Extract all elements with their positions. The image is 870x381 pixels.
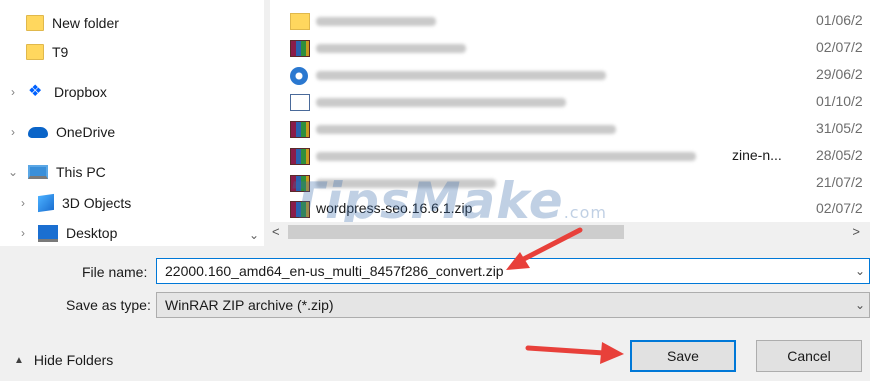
file-date: 01/10/2: [816, 93, 863, 109]
chevron-down-icon[interactable]: ⌄: [855, 264, 865, 278]
file-date: 21/07/2: [816, 174, 863, 190]
nav-item-dropbox[interactable]: › ❖ Dropbox: [6, 77, 107, 107]
nav-scrollbar[interactable]: ⌄: [246, 0, 264, 246]
blurred-filename: [316, 152, 696, 161]
folder-icon: [26, 44, 44, 60]
nav-item-t9[interactable]: T9: [26, 37, 68, 67]
computer-icon: [28, 165, 48, 179]
file-name-value: 22000.160_amd64_en-us_multi_8457f286_con…: [165, 263, 504, 279]
scroll-right-icon[interactable]: >: [852, 224, 860, 239]
file-row[interactable]: 02/07/2: [270, 35, 870, 61]
document-icon: [290, 94, 310, 111]
web-file-icon: [290, 67, 308, 85]
file-date: 29/06/2: [816, 66, 863, 82]
nav-item-label: Desktop: [66, 225, 118, 241]
hide-folders-label: Hide Folders: [33, 352, 114, 368]
save-type-value: WinRAR ZIP archive (*.zip): [165, 297, 334, 313]
nav-item-3d-objects[interactable]: › 3D Objects: [16, 188, 131, 218]
file-date: 02/07/2: [816, 200, 863, 216]
file-date: 02/07/2: [816, 39, 863, 55]
file-date: 31/05/2: [816, 120, 863, 136]
nav-item-desktop[interactable]: › Desktop: [16, 218, 117, 248]
winrar-icon: [290, 40, 310, 57]
folder-icon: [290, 13, 310, 30]
annotation-arrow-icon: [506, 227, 583, 270]
chevron-right-icon[interactable]: ›: [16, 226, 30, 240]
nav-item-label: New folder: [52, 15, 119, 31]
desktop-icon: [38, 224, 58, 242]
folder-icon: [26, 15, 44, 31]
3d-objects-icon: [38, 193, 54, 213]
nav-item-new-folder[interactable]: New folder: [26, 8, 119, 38]
winrar-icon: [290, 121, 310, 138]
file-name-label: File name:: [82, 264, 148, 280]
nav-item-label: Dropbox: [54, 84, 107, 100]
scroll-down-icon[interactable]: ⌄: [249, 228, 259, 242]
blurred-filename: [316, 71, 606, 80]
winrar-icon: [290, 148, 310, 165]
chevron-right-icon[interactable]: ›: [6, 85, 20, 99]
nav-item-onedrive[interactable]: › OneDrive: [6, 117, 115, 147]
file-name: zine-n...: [732, 147, 782, 163]
nav-item-label: This PC: [56, 164, 106, 180]
chevron-down-icon[interactable]: ⌄: [855, 298, 865, 312]
blurred-filename: [316, 98, 566, 107]
file-row[interactable]: 31/05/2: [270, 116, 870, 142]
chevron-right-icon[interactable]: ›: [16, 196, 30, 210]
hide-folders-button[interactable]: ▲ Hide Folders: [14, 352, 113, 368]
cancel-button[interactable]: Cancel: [756, 340, 862, 372]
file-row[interactable]: 01/06/2: [270, 8, 870, 34]
save-type-select[interactable]: WinRAR ZIP archive (*.zip) ⌄: [156, 292, 870, 318]
blurred-filename: [316, 44, 466, 53]
file-row[interactable]: zine-n... 28/05/2: [270, 143, 870, 169]
blurred-filename: [316, 125, 616, 134]
dropbox-icon: ❖: [28, 83, 43, 100]
save-type-label: Save as type:: [66, 297, 151, 313]
annotation-arrow-icon: [525, 342, 624, 364]
chevron-up-icon: ▲: [14, 354, 24, 366]
file-row[interactable]: 01/10/2: [270, 89, 870, 115]
blurred-filename: [316, 17, 436, 26]
file-date: 28/05/2: [816, 147, 863, 163]
nav-item-this-pc[interactable]: ⌄ This PC: [6, 157, 106, 187]
onedrive-icon: [28, 126, 48, 138]
chevron-down-icon[interactable]: ⌄: [6, 165, 20, 179]
scroll-left-icon[interactable]: <: [272, 224, 280, 239]
nav-item-label: T9: [52, 44, 69, 60]
nav-item-label: OneDrive: [56, 124, 116, 140]
file-date: 01/06/2: [816, 12, 863, 28]
save-button[interactable]: Save: [630, 340, 736, 372]
nav-item-label: 3D Objects: [62, 195, 132, 211]
file-row[interactable]: 29/06/2: [270, 62, 870, 88]
navigation-pane: New folder T9 › ❖ Dropbox › OneDrive ⌄ T…: [0, 0, 264, 246]
chevron-right-icon[interactable]: ›: [6, 125, 20, 139]
